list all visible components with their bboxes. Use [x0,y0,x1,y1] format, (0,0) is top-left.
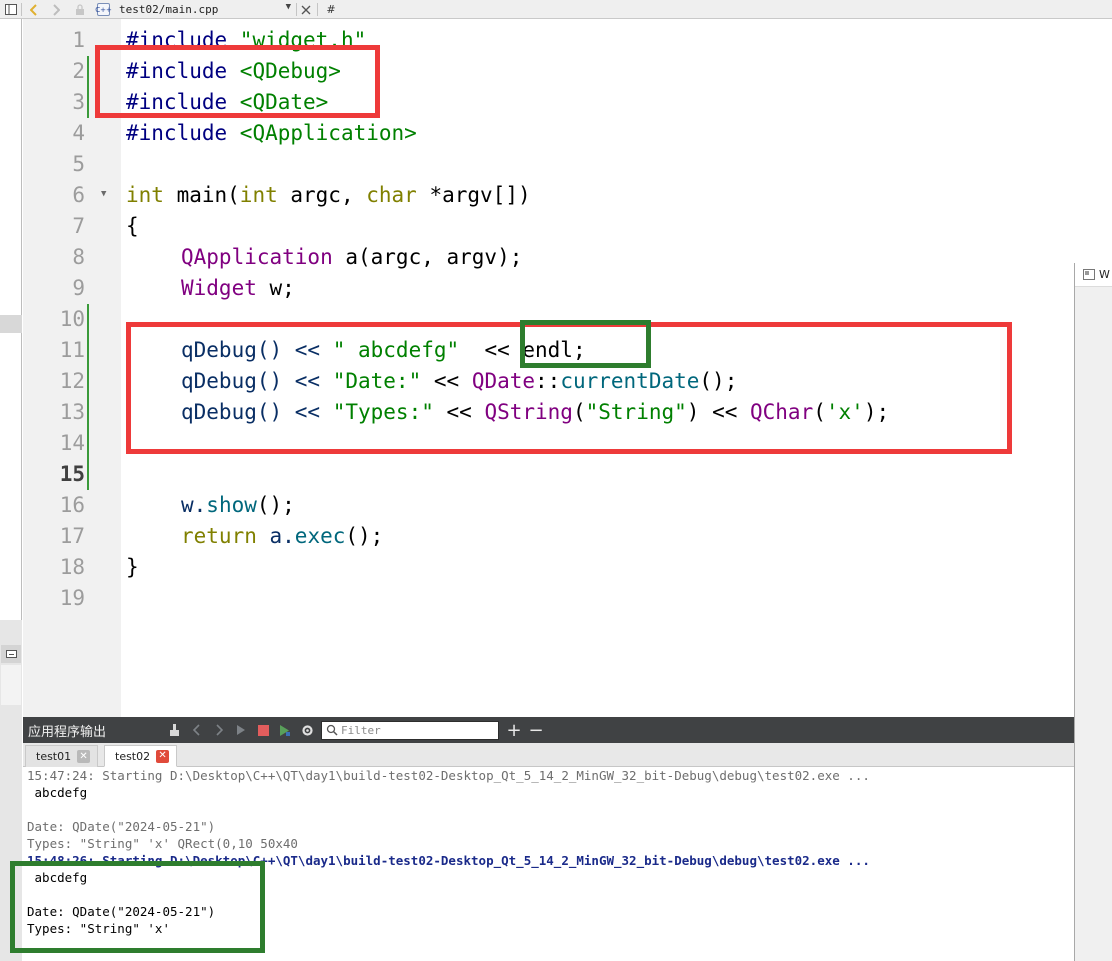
remove-icon[interactable]: − [525,717,547,743]
code-line-11: qDebug() << " abcdefg" << endl; [181,338,586,362]
filter-input[interactable] [339,722,489,738]
back-arrow-icon[interactable] [25,0,43,19]
sidebar-marker [0,315,22,333]
window-titlebar[interactable]: W [1075,263,1112,287]
code-line-16: w.show(); [181,493,295,517]
line-number: 9 [72,276,85,300]
code-line-2: #include <QDebug> [126,59,341,83]
output-tabs-bar: test01 ✕ test02 ✕ [23,743,1074,767]
line-number: 1 [72,28,85,52]
output-line: Date: QDate("2024-05-21") [27,904,216,919]
line-number: 16 [59,493,85,517]
line-number: 6 [72,183,85,207]
app-window-partial[interactable]: W [1074,263,1112,961]
line-number: 7 [72,214,85,238]
line-number: 3 [72,90,85,114]
tab-label: test02 [115,749,151,763]
code-line-13: qDebug() << "Types:" << QString("String"… [181,400,890,424]
code-line-6: int main(int argc, char *argv[]) [126,183,531,207]
previous-item-icon[interactable] [186,717,208,743]
debug-run-icon[interactable] [274,717,296,743]
add-icon[interactable]: + [503,717,525,743]
close-tab-icon[interactable]: ✕ [156,749,170,763]
line-number: 8 [72,245,85,269]
output-line: 15:47:24: Starting D:\Desktop\C++\QT\day… [27,768,870,783]
tab-test02[interactable]: test02 ✕ [104,745,177,767]
line-number: 18 [59,555,85,579]
output-line: Date: QDate("2024-05-21") [27,819,216,834]
line-number-gutter: 1 2 3 4 5 6 7 8 9 10 11 12 13 14 15 16 1… [23,19,121,717]
code-line-4: #include <QApplication> [126,121,417,145]
close-tab-icon[interactable]: ✕ [77,750,91,763]
line-number: 14 [59,431,85,455]
code-line-3: #include <QDate> [126,90,329,114]
clear-output-icon[interactable] [164,717,186,743]
dropdown-arrow-icon[interactable]: ▼ [286,2,291,12]
change-marker [87,56,89,118]
code-line-17: return a.exec(); [181,524,384,548]
line-number: 10 [59,307,85,331]
forward-arrow-icon[interactable] [47,0,65,19]
code-line-7: { [126,214,139,238]
search-icon [325,723,339,737]
output-pane-title: 应用程序输出 [28,724,107,740]
output-line: Types: "String" 'x' QRect(0,10 50x40 [27,836,298,851]
file-icon: C++ [95,3,112,16]
sidebar-scroll-area [1,665,21,705]
code-editor[interactable]: 1 2 3 4 5 6 7 8 9 10 11 12 13 14 15 16 1… [23,19,1074,717]
line-number: 4 [72,121,85,145]
output-pane-header: 应用程序输出 + − [23,717,1074,743]
current-line-number: 15 [59,462,85,486]
file-name: test02/main.cpp [119,3,219,16]
tab-label: test01 [36,750,72,763]
symbol-selector[interactable]: # [325,0,337,19]
line-number: 19 [59,586,85,610]
panel-toggle-icon[interactable] [1,645,21,663]
code-line-12: qDebug() << "Date:" << QDate::currentDat… [181,369,738,393]
line-number: 2 [72,59,85,83]
window-title: W [1099,268,1110,281]
line-number: 17 [59,524,85,548]
line-number: 5 [72,152,85,176]
line-number: 12 [59,369,85,393]
lock-icon [72,0,88,19]
output-line: Types: "String" 'x' [27,921,170,936]
code-line-1: #include "widget.h" [126,28,367,52]
line-number: 11 [59,338,85,362]
filter-box[interactable] [321,720,499,740]
change-marker [87,304,89,490]
toggle-sidebar-icon[interactable] [2,0,19,19]
editor-toolbar: C++ test02/main.cpp ▼ # [0,0,1112,19]
code-line-8: QApplication a(argc, argv); [181,245,523,269]
tab-test01[interactable]: test01 ✕ [25,745,98,767]
output-line: abcdefg [27,785,88,800]
fold-arrow-icon[interactable]: ▼ [101,189,106,199]
gear-icon[interactable] [296,717,318,743]
window-icon [1083,269,1095,280]
run-icon[interactable] [230,717,252,743]
output-line: abcdefg [27,870,88,885]
code-line-18: } [126,555,139,579]
next-item-icon[interactable] [208,717,230,743]
output-line: 15:48:26: Starting D:\Desktop\C++\QT\day… [27,853,870,868]
code-line-9: Widget w; [181,276,295,300]
close-icon[interactable] [298,0,314,19]
line-number: 13 [59,400,85,424]
stop-icon[interactable] [252,717,274,743]
file-selector-combo[interactable]: C++ test02/main.cpp ▼ [95,1,294,18]
application-output[interactable]: 15:47:24: Starting D:\Desktop\C++\QT\day… [23,767,1074,961]
